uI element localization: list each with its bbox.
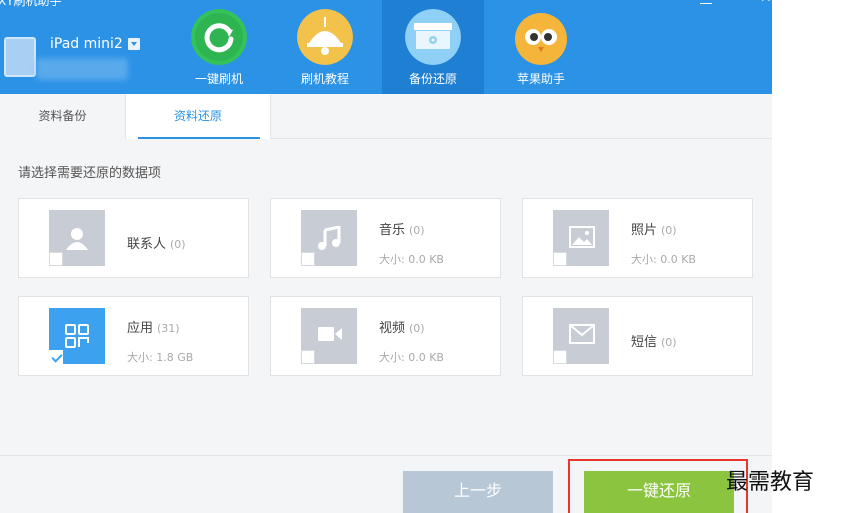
sms-label: 短信 (0) bbox=[631, 331, 677, 350]
contact-person-icon bbox=[66, 228, 88, 250]
apps-checkbox[interactable] bbox=[49, 350, 63, 364]
item-card-apps[interactable]: 应用 (31) 大小: 1.8 GB bbox=[18, 296, 249, 376]
nav-label: 备份还原 bbox=[408, 72, 457, 86]
contacts-count: (0) bbox=[170, 238, 186, 251]
item-card-videos[interactable]: 视频 (0) 大小: 0.0 KB bbox=[270, 296, 501, 376]
nav-flash-tutorial[interactable]: 刷机教程 bbox=[274, 0, 376, 94]
contacts-thumbnail bbox=[49, 210, 105, 266]
item-card-music[interactable]: 音乐 (0) 大小: 0.0 KB bbox=[270, 198, 501, 278]
window-title: XY刷机助手 bbox=[0, 0, 62, 8]
apps-count: (31) bbox=[157, 322, 180, 335]
tab-bar: 资料备份 资料还原 bbox=[0, 94, 772, 139]
sms-checkbox[interactable] bbox=[553, 350, 567, 364]
photos-name: 照片 bbox=[631, 223, 658, 238]
videos-checkbox[interactable] bbox=[301, 350, 315, 364]
apps-size: 大小: 1.8 GB bbox=[127, 351, 194, 364]
nav-backup-restore[interactable]: 备份还原 bbox=[382, 0, 484, 94]
music-count: (0) bbox=[409, 224, 425, 237]
lamp-icon bbox=[297, 9, 353, 65]
tab-data-restore[interactable]: 资料还原 bbox=[126, 94, 271, 139]
music-note-icon bbox=[318, 226, 341, 250]
photos-label: 照片 (0) bbox=[631, 219, 677, 238]
envelope-icon bbox=[569, 324, 595, 344]
device-dropdown-icon[interactable] bbox=[128, 38, 140, 50]
sms-count: (0) bbox=[661, 336, 677, 349]
contacts-label: 联系人 (0) bbox=[127, 233, 186, 252]
videos-name: 视频 bbox=[379, 321, 406, 336]
nav-label: 一键刷机 bbox=[194, 72, 243, 86]
nav-label: 苹果助手 bbox=[516, 72, 565, 86]
item-card-contacts[interactable]: 联系人 (0) bbox=[18, 198, 249, 278]
photos-size: 大小: 0.0 KB bbox=[631, 253, 696, 266]
music-name: 音乐 bbox=[379, 223, 406, 238]
videos-count: (0) bbox=[409, 322, 425, 335]
minimize-icon[interactable] bbox=[700, 0, 712, 4]
sms-thumbnail bbox=[553, 308, 609, 364]
sms-name: 短信 bbox=[631, 335, 658, 350]
videos-thumbnail bbox=[301, 308, 357, 364]
contacts-checkbox[interactable] bbox=[49, 252, 63, 266]
contacts-name: 联系人 bbox=[127, 237, 167, 252]
apps-name: 应用 bbox=[127, 321, 154, 336]
nav-one-click-flash[interactable]: 一键刷机 bbox=[168, 0, 270, 94]
highlight-annotation-box bbox=[568, 459, 748, 513]
nav-label: 刷机教程 bbox=[300, 72, 349, 86]
select-prompt: 请选择需要还原的数据项 bbox=[18, 166, 162, 181]
music-thumbnail bbox=[301, 210, 357, 266]
app-window: XY刷机助手 ✕ iPad mini2 一键刷机 bbox=[0, 0, 772, 513]
photos-thumbnail bbox=[553, 210, 609, 266]
photos-checkbox[interactable] bbox=[553, 252, 567, 266]
music-label: 音乐 (0) bbox=[379, 219, 425, 238]
music-checkbox[interactable] bbox=[301, 252, 315, 266]
nav-apple-assistant[interactable]: 苹果助手 bbox=[490, 0, 592, 94]
videos-size: 大小: 0.0 KB bbox=[379, 351, 444, 364]
item-card-photos[interactable]: 照片 (0) 大小: 0.0 KB bbox=[522, 198, 753, 278]
close-icon[interactable]: ✕ bbox=[760, 0, 772, 6]
backup-disk-icon bbox=[405, 9, 461, 65]
tab-data-backup[interactable]: 资料备份 bbox=[0, 94, 126, 139]
owl-icon bbox=[515, 13, 567, 65]
refresh-icon bbox=[191, 9, 247, 65]
music-size: 大小: 0.0 KB bbox=[379, 253, 444, 266]
device-name: iPad mini2 bbox=[50, 36, 123, 52]
item-card-sms[interactable]: 短信 (0) bbox=[522, 296, 753, 376]
previous-step-button[interactable]: 上一步 bbox=[403, 471, 553, 513]
header-bar: XY刷机助手 ✕ iPad mini2 一键刷机 bbox=[0, 0, 772, 94]
apps-label: 应用 (31) bbox=[127, 317, 180, 336]
video-camera-icon bbox=[318, 327, 342, 341]
watermark-text: 最需教育 bbox=[726, 470, 815, 495]
device-info-blurred bbox=[36, 58, 128, 80]
ipad-icon bbox=[4, 37, 36, 77]
apps-grid-icon bbox=[65, 324, 89, 348]
apps-thumbnail bbox=[49, 308, 105, 364]
photo-icon bbox=[569, 226, 595, 248]
videos-label: 视频 (0) bbox=[379, 317, 425, 336]
photos-count: (0) bbox=[661, 224, 677, 237]
